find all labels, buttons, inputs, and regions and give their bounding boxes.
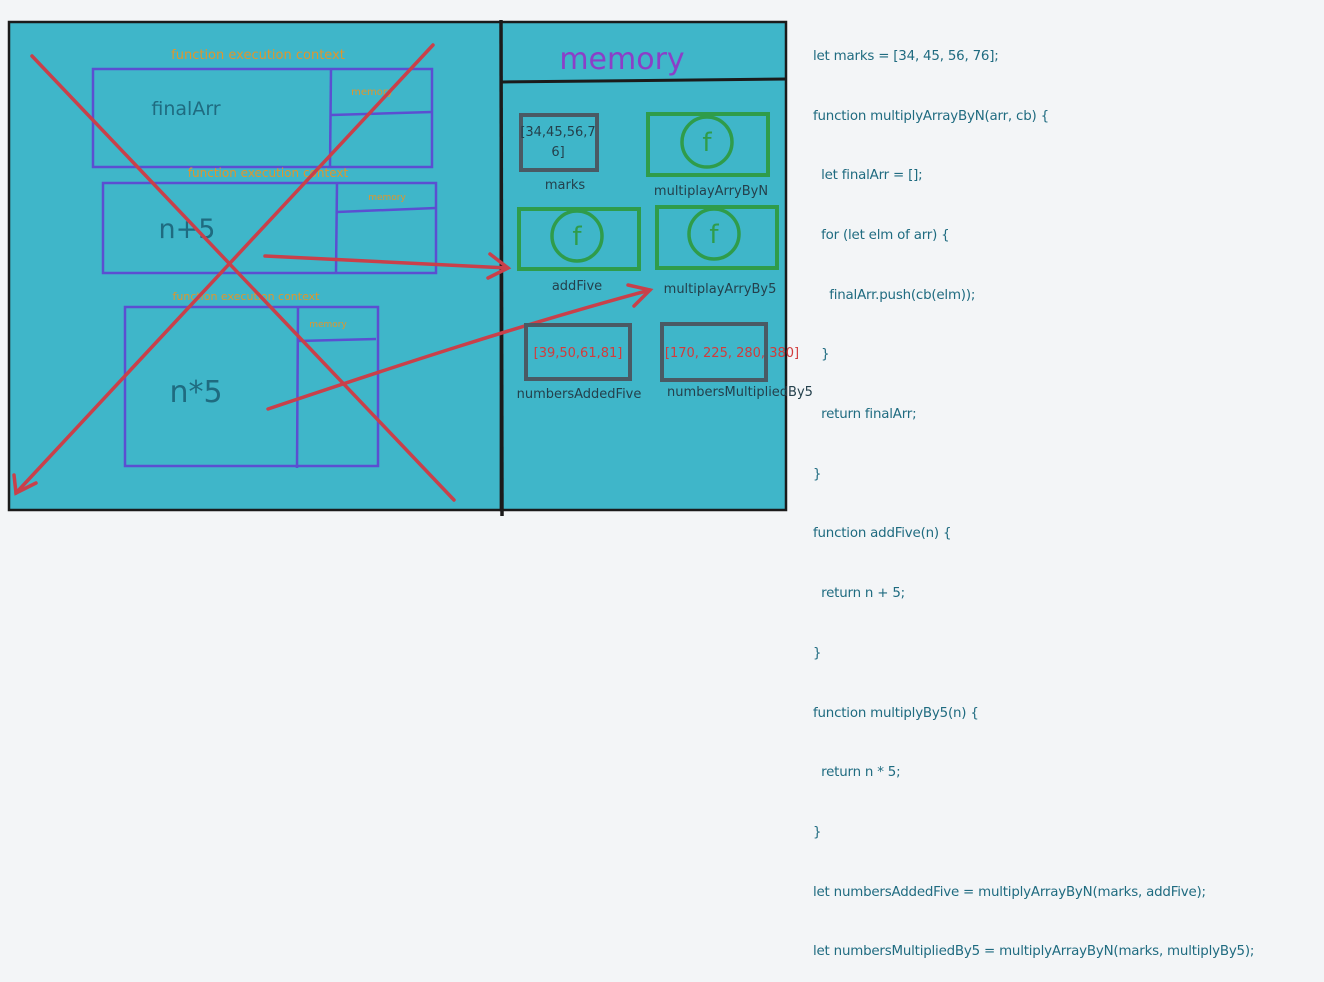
context-2-memory-label: memory <box>368 193 406 203</box>
added-five-label: numbersAddedFive <box>517 387 642 402</box>
code-line: } <box>813 466 822 482</box>
code-line: function multiplyBy5(n) { <box>813 705 979 721</box>
context-3-memory-divider <box>295 306 300 469</box>
code-line: } <box>813 645 822 661</box>
context-3-value: n*5 <box>169 375 222 410</box>
marks-value-line1: [34,45,56,7 <box>520 125 595 140</box>
multiply-array-label: multiplayArryByN <box>654 184 768 199</box>
marks-label: marks <box>545 178 586 193</box>
code-line: return n + 5; <box>813 586 905 602</box>
code-line: finalArr.push(cb(elm)); <box>813 287 976 303</box>
code-line: for (let elm of arr) { <box>813 227 950 243</box>
memory-title: memory <box>559 42 684 77</box>
code-listing: let marks = [34, 45, 56, 76]; function m… <box>813 7 1318 982</box>
context-1-value: finalArr <box>151 98 220 120</box>
multiplied-value: [170, 225, 280, 380] <box>665 346 799 361</box>
code-line: let numbersMultipliedBy5 = multiplyArray… <box>813 944 1255 960</box>
marks-value-line2: 6] <box>551 145 564 160</box>
added-five-value: [39,50,61,81] <box>534 346 623 361</box>
function-glyph-multiply-array: f <box>702 128 712 158</box>
call-stack-panel <box>7 20 503 512</box>
code-line: } <box>813 347 830 363</box>
code-line: } <box>813 824 822 840</box>
function-glyph-multiply-by-5: f <box>709 220 719 250</box>
code-line: function addFive(n) { <box>813 526 952 542</box>
code-line: function multiplyArrayByN(arr, cb) { <box>813 108 1049 124</box>
context-1-title: function execution context <box>171 48 345 63</box>
context-3-memory-label: memory <box>309 320 347 330</box>
code-line: return n * 5; <box>813 765 901 781</box>
code-line: return finalArr; <box>813 407 917 423</box>
code-line: let numbersAddedFive = multiplyArrayByN(… <box>813 884 1206 900</box>
multiplied-label: numbersMultipliedBy5 <box>667 385 813 400</box>
code-line: let finalArr = []; <box>813 168 923 184</box>
code-line: let marks = [34, 45, 56, 76]; <box>813 48 999 64</box>
context-2-title: function execution context <box>188 166 349 180</box>
function-glyph-add-five: f <box>572 222 582 252</box>
add-five-label: addFive <box>552 279 602 294</box>
multiply-by-5-label: multiplayArryBy5 <box>664 282 777 297</box>
